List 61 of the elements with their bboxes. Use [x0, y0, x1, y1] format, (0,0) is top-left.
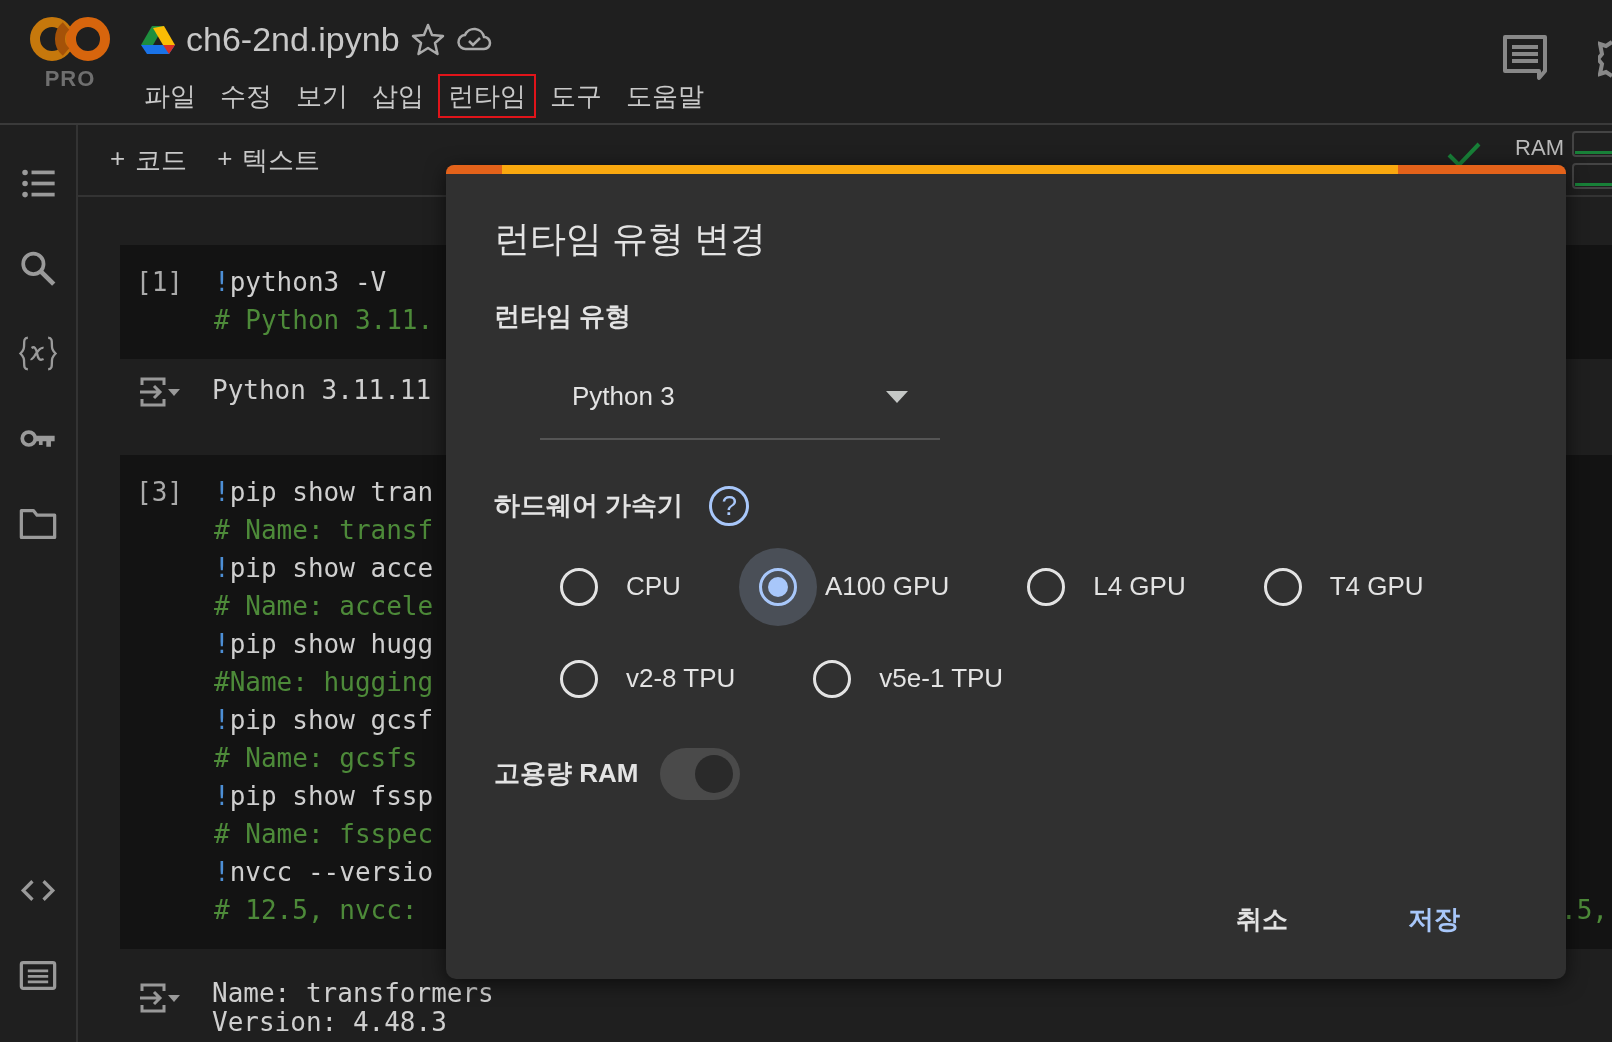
star-icon[interactable]: [409, 21, 446, 57]
radio-label: L4 GPU: [1093, 571, 1186, 603]
output-line: Name: transformers: [212, 979, 494, 1008]
cell-prompt: [3]: [135, 476, 184, 509]
radio-label: v2-8 TPU: [626, 663, 736, 695]
radio-button[interactable]: [1263, 567, 1302, 606]
caret-icon: [886, 390, 908, 403]
output-toggle-icon[interactable]: [138, 375, 182, 409]
radio-button[interactable]: [758, 567, 797, 606]
help-icon[interactable]: ?: [709, 485, 750, 526]
menu-item[interactable]: 보기: [286, 74, 358, 119]
radio-label: CPU: [626, 571, 681, 603]
menu-item[interactable]: 런타임: [438, 74, 536, 119]
code-fragment: .5,: [1561, 894, 1608, 927]
code-line: !python3 -V: [214, 266, 387, 299]
code-comment: # Name: gcsfs: [214, 742, 418, 775]
code-line: !pip show hugg: [214, 628, 434, 661]
code-comment: # Name: fsspec: [214, 818, 434, 851]
add-code-button[interactable]: + 코드: [110, 142, 188, 178]
runtime-dropdown[interactable]: Python 3: [540, 355, 940, 440]
dialog-title: 런타임 유형 변경: [494, 217, 767, 261]
code-line: !pip show fssp: [214, 780, 434, 813]
radio-label: T4 GPU: [1329, 571, 1424, 603]
menu-item[interactable]: 삽입: [362, 74, 434, 119]
ram-label: RAM: [1515, 135, 1564, 162]
output-line: Python 3.11.11: [212, 374, 432, 407]
cancel-button[interactable]: 취소: [1226, 896, 1298, 943]
section-label: 런타임 유형: [494, 299, 633, 333]
output-toggle-icon[interactable]: [138, 981, 182, 1015]
code-line: !pip show gcsf: [214, 704, 434, 737]
disk-meter-icon[interactable]: [1572, 163, 1612, 189]
code-line: !nvcc --versio: [214, 856, 434, 889]
radio-label: A100 GPU: [824, 571, 950, 603]
search-icon[interactable]: [18, 250, 58, 287]
save-button[interactable]: 저장: [1398, 896, 1470, 943]
code-comment: #Name: hugging: [214, 666, 434, 699]
radio-button[interactable]: [560, 659, 598, 698]
pro-label: PRO: [44, 66, 96, 92]
code-comment: # Name: transf: [214, 514, 434, 547]
menu-item[interactable]: 도구: [540, 74, 612, 119]
radio-button[interactable]: [813, 659, 852, 698]
menu-item[interactable]: 파일: [134, 74, 206, 119]
menu-item[interactable]: 도움말: [616, 74, 714, 119]
section-label: 하드웨어 가속기: [494, 489, 684, 523]
code-comment: # Python 3.11.: [214, 304, 434, 337]
output-line: Version: 4.48.3: [212, 1008, 448, 1037]
logo-icon[interactable]: [30, 14, 110, 64]
notebook-title[interactable]: ch6-2nd.ipynb: [186, 19, 400, 59]
add-text-button[interactable]: + 텍스트: [217, 142, 321, 178]
radio-button[interactable]: [560, 567, 598, 606]
radio-label: v5e-1 TPU: [879, 663, 1004, 695]
ram-meter-icon[interactable]: [1572, 131, 1612, 157]
code-line: !pip show acce: [214, 552, 434, 585]
radio-button[interactable]: [1027, 567, 1066, 606]
code-comment: # Name: accele: [214, 590, 434, 623]
variables-icon[interactable]: [18, 335, 58, 372]
code-line: !pip show tran: [214, 476, 434, 509]
code-comment: # 12.5, nvcc:: [214, 894, 418, 927]
menu-item[interactable]: 수정: [210, 74, 282, 119]
section-label: 고용량 RAM: [494, 757, 639, 791]
cell-prompt: [1]: [135, 266, 184, 299]
